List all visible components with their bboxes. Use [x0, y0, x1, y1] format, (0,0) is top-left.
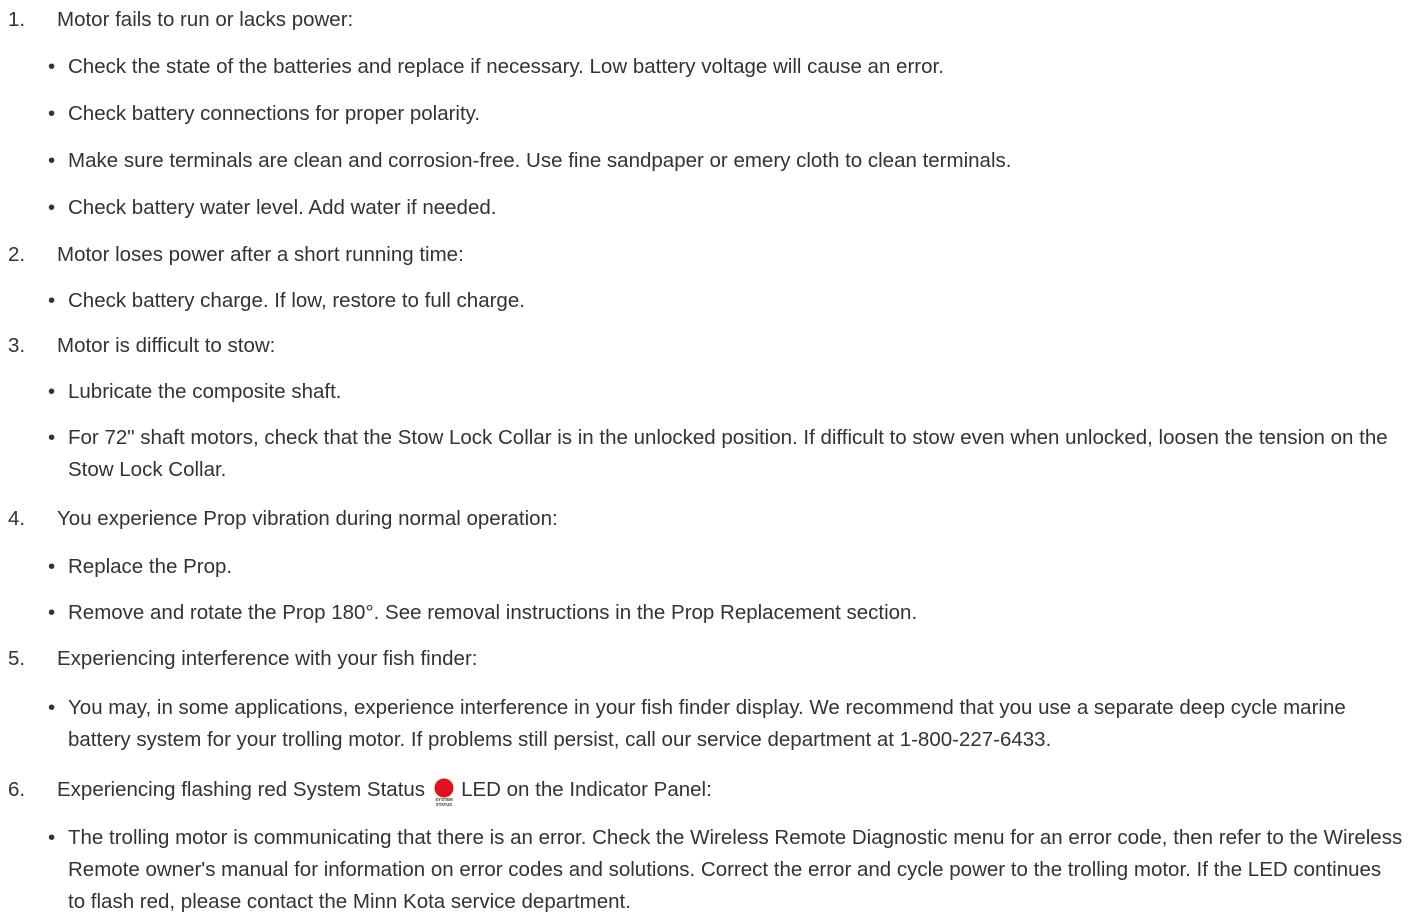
bullet-item: • Check battery water level. Add water i… — [48, 192, 1403, 224]
bullet-icon: • — [48, 102, 56, 125]
item-title: Experiencing flashing red System Status S… — [57, 774, 712, 807]
item-title: Motor is difficult to stow: — [57, 334, 276, 357]
bullet-item: • Remove and rotate the Prop 180°. See r… — [48, 597, 1403, 629]
bullet-item: • Check battery connections for proper p… — [48, 98, 1403, 130]
bullet-icon: • — [48, 149, 56, 172]
bullet-icon: • — [48, 696, 56, 719]
bullet-text: Replace the Prop. — [68, 555, 233, 578]
bullet-item: • Check battery charge. If low, restore … — [48, 285, 1403, 317]
bullet-text: For 72" shaft motors, check that the Sto… — [68, 426, 1388, 481]
bullet-text: Check the state of the batteries and rep… — [68, 55, 944, 78]
item-title-after: LED on the Indicator Panel: — [461, 778, 712, 801]
bullet-item: • The trolling motor is communicating th… — [48, 822, 1403, 918]
item-number: 2. — [8, 243, 26, 266]
item-number: 1. — [8, 8, 26, 31]
item-number: 3. — [8, 334, 26, 357]
led-label-line-2: STATUS — [436, 802, 452, 807]
bullet-text: Check battery water level. Add water if … — [68, 196, 497, 219]
item-number: 6. — [8, 778, 26, 801]
item-title: You experience Prop vibration during nor… — [57, 507, 558, 530]
bullet-text: Make sure terminals are clean and corros… — [68, 149, 1012, 172]
item-title: Motor fails to run or lacks power: — [57, 8, 354, 31]
bullet-text: Check battery charge. If low, restore to… — [68, 289, 525, 312]
bullet-item: • For 72" shaft motors, check that the S… — [48, 422, 1403, 486]
item-number: 4. — [8, 507, 26, 530]
bullet-icon: • — [48, 555, 56, 578]
bullet-item: • Check the state of the batteries and r… — [48, 51, 1403, 83]
bullet-text: The trolling motor is communicating that… — [68, 826, 1403, 913]
bullet-item: • Replace the Prop. — [48, 551, 1403, 583]
bullet-item: • Lubricate the composite shaft. — [48, 376, 1403, 408]
bullet-text: Remove and rotate the Prop 180°. See rem… — [68, 601, 918, 624]
bullet-icon: • — [48, 289, 56, 312]
troubleshooting-list: 1. Motor fails to run or lacks power: • … — [0, 0, 1419, 915]
bullet-icon: • — [48, 196, 56, 219]
bullet-text: Lubricate the composite shaft. — [68, 380, 342, 403]
bullet-text: Check battery connections for proper pol… — [68, 102, 481, 125]
system-status-led-icon: SYSTEM STATUS — [429, 774, 459, 807]
bullet-icon: • — [48, 426, 56, 449]
bullet-icon: • — [48, 601, 56, 624]
bullet-text: You may, in some applications, experienc… — [68, 696, 1346, 751]
item-number: 5. — [8, 647, 26, 670]
bullet-item: • Make sure terminals are clean and corr… — [48, 145, 1403, 177]
system-status-led-graphic: SYSTEMSTATUS — [434, 778, 454, 807]
item-title-before: Experiencing flashing red System Status — [57, 778, 426, 801]
bullet-item: • You may, in some applications, experie… — [48, 692, 1403, 756]
item-title: Experiencing interference with your fish… — [57, 647, 478, 670]
item-title: Motor loses power after a short running … — [57, 243, 464, 266]
led-circle — [434, 778, 454, 798]
bullet-icon: • — [48, 380, 56, 403]
bullet-icon: • — [48, 826, 56, 849]
bullet-icon: • — [48, 55, 56, 78]
